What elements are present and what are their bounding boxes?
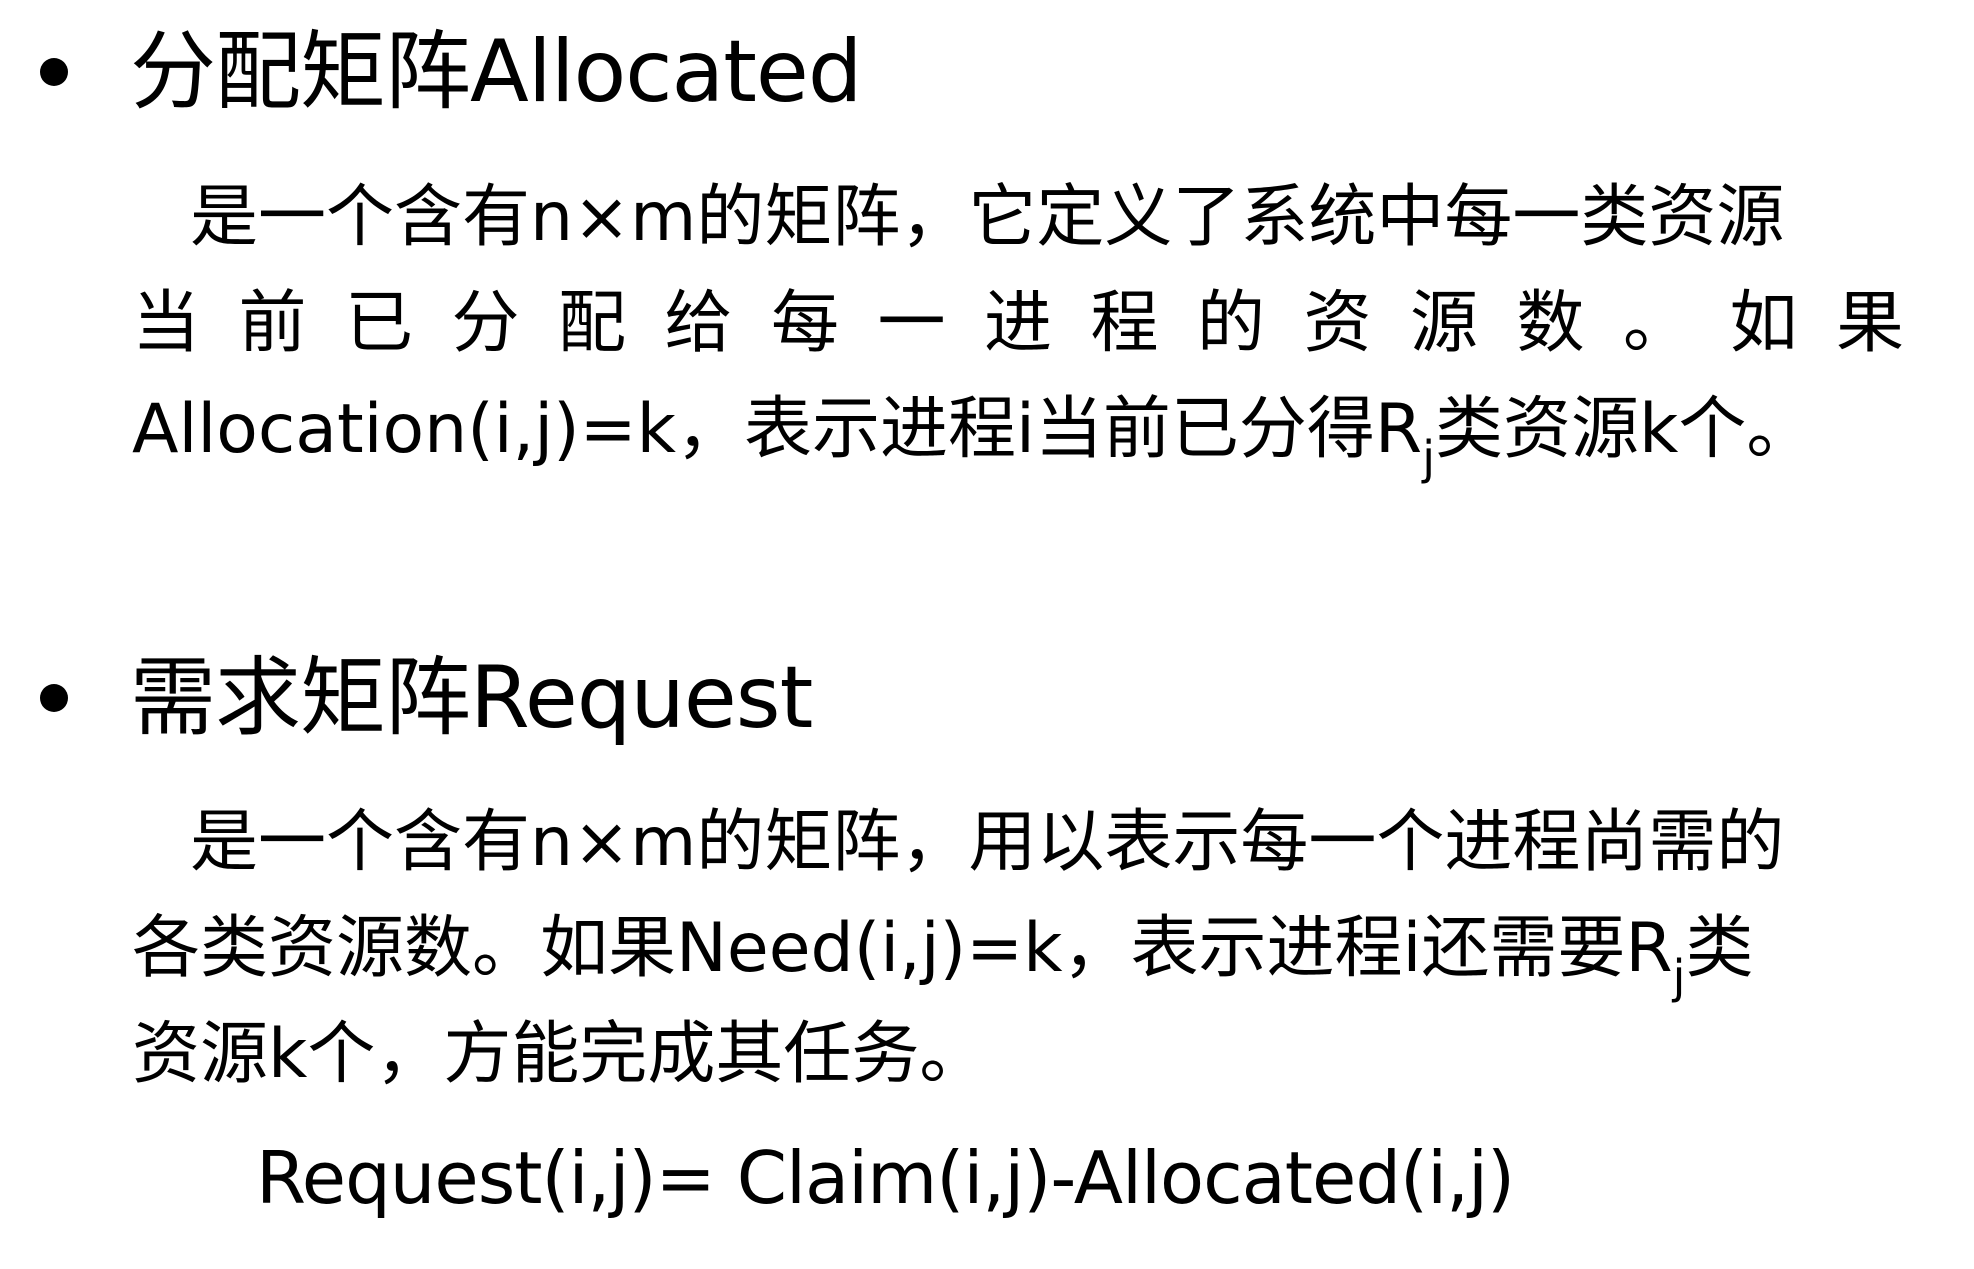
heading-allocated: 分配矩阵Allocated [130, 22, 862, 122]
bullet-request: 需求矩阵Request [40, 648, 813, 748]
heading-request: 需求矩阵Request [130, 648, 813, 748]
slide: 分配矩阵Allocated 是一个含有n×m的矩阵，它定义了系统中每一类资源 当… [0, 0, 1974, 1269]
bullet-dot-icon [40, 58, 68, 86]
allocated-line-3: Allocation(i,j)=k，表示进程i当前已分得Rj类资源k个。 [132, 390, 1815, 485]
request-line-1: 是一个含有n×m的矩阵，用以表示每一个进程尚需的 [190, 803, 1785, 882]
request-line-2: 各类资源数。如果Need(i,j)=k，表示进程i还需要Rj类 [132, 909, 1754, 1004]
bullet-dot-icon [40, 684, 68, 712]
paragraph-allocated: 是一个含有n×m的矩阵，它定义了系统中每一类资源 当前已分配给每一进程的资源数。… [132, 165, 1942, 483]
paragraph-request: 是一个含有n×m的矩阵，用以表示每一个进程尚需的 各类资源数。如果Need(i,… [132, 790, 1942, 1108]
allocated-line-2: 当前已分配给每一进程的资源数。如果 [132, 284, 1942, 363]
bullet-allocated: 分配矩阵Allocated [40, 22, 862, 122]
request-line-3: 资源k个，方能完成其任务。 [132, 1015, 988, 1094]
allocated-line-1: 是一个含有n×m的矩阵，它定义了系统中每一类资源 [190, 178, 1785, 257]
request-formula: Request(i,j)= Claim(i,j)-Allocated(i,j) [256, 1136, 1515, 1220]
